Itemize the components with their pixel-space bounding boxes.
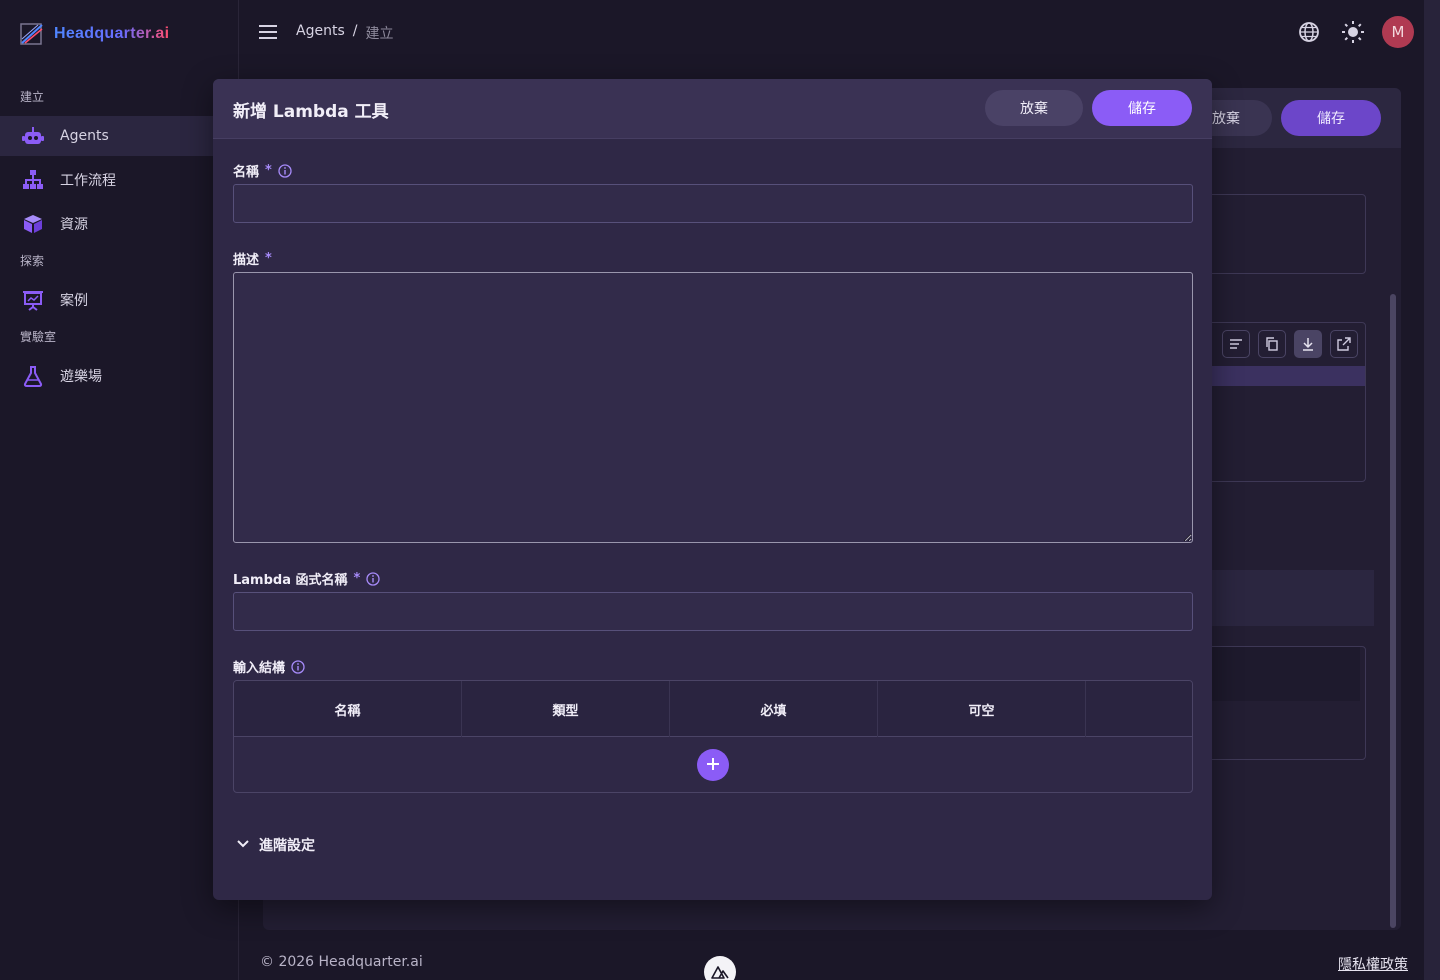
lambda-name-field-label: Lambda 函式名稱 *	[233, 569, 380, 588]
plus-icon	[706, 757, 720, 774]
breadcrumb-agents[interactable]: Agents	[296, 23, 345, 43]
lambda-tool-dialog: 新增 Lambda 工具 放棄 儲存 名稱 * 描述 * Lambda 函式名稱…	[213, 79, 1212, 900]
required-marker: *	[265, 163, 272, 178]
info-icon[interactable]	[366, 571, 380, 586]
column-header-name: 名稱	[234, 681, 462, 737]
chevron-down-icon	[235, 835, 251, 855]
sitemap-icon	[22, 169, 44, 191]
breadcrumb-separator: /	[352, 23, 358, 39]
description-textarea[interactable]	[233, 272, 1193, 543]
sun-icon[interactable]	[1338, 17, 1368, 47]
sidebar-item-label: 工作流程	[60, 173, 116, 189]
avatar[interactable]: M	[1382, 16, 1414, 48]
footer-copyright: © 2026 Headquarter.ai	[260, 954, 423, 970]
sidebar-item-workflow[interactable]: 工作流程	[0, 160, 239, 200]
input-schema-field-label: 輸入結構	[233, 657, 305, 676]
advanced-settings-label: 進階設定	[259, 838, 315, 854]
name-field-label: 名稱 *	[233, 161, 292, 180]
sidebar-item-label: 遊樂場	[60, 369, 102, 385]
save-button[interactable]: 儲存	[1092, 90, 1192, 126]
column-header-required: 必填	[670, 681, 878, 737]
sidebar: Headquarter.ai 建立 Agents 工作流程 資源 探索 案例 實…	[0, 0, 239, 980]
globe-icon[interactable]	[1294, 17, 1324, 47]
nuxt-devtools-icon[interactable]	[704, 956, 736, 980]
name-input[interactable]	[233, 184, 1193, 223]
required-marker: *	[265, 251, 272, 266]
column-header-actions	[1086, 681, 1192, 737]
breadcrumb: Agents / 建立	[296, 23, 393, 43]
copy-icon[interactable]	[1258, 330, 1286, 358]
presentation-icon	[22, 289, 44, 311]
cube-icon	[22, 213, 44, 235]
window-edge	[1424, 0, 1440, 980]
sidebar-item-cases[interactable]: 案例	[0, 280, 239, 320]
logo[interactable]: Headquarter.ai	[20, 22, 169, 46]
sidebar-item-agents[interactable]: Agents	[0, 116, 239, 156]
dialog-header: 新增 Lambda 工具 放棄 儲存	[213, 79, 1212, 139]
logo-icon	[20, 22, 44, 46]
dialog-title: 新增 Lambda 工具	[233, 102, 389, 122]
input-schema-label-text: 輸入結構	[233, 661, 286, 676]
background-save-button[interactable]: 儲存	[1281, 100, 1381, 136]
input-schema-table: 名稱 類型 必填 可空	[233, 680, 1193, 793]
scrollbar[interactable]	[1390, 294, 1396, 928]
required-marker: *	[353, 571, 361, 586]
top-bar: Agents / 建立 M	[240, 0, 1440, 64]
sidebar-item-label: 資源	[60, 217, 88, 233]
background-editor-highlight-line	[1212, 366, 1365, 386]
external-link-icon[interactable]	[1330, 330, 1358, 358]
sidebar-item-playground[interactable]: 遊樂場	[0, 356, 239, 396]
section-label-lab: 實驗室	[20, 330, 57, 344]
column-header-nullable: 可空	[878, 681, 1086, 737]
section-label-create: 建立	[20, 90, 45, 104]
flask-icon	[22, 365, 44, 387]
sidebar-item-label: Agents	[60, 128, 109, 144]
table-header: 名稱 類型 必填 可空	[234, 681, 1192, 737]
menu-icon[interactable]	[258, 22, 278, 42]
section-label-explore: 探索	[20, 254, 45, 268]
robot-icon	[22, 125, 44, 147]
lambda-name-label-text: Lambda 函式名稱	[233, 573, 348, 588]
abandon-button[interactable]: 放棄	[985, 90, 1083, 126]
column-header-type: 類型	[462, 681, 670, 737]
background-textarea[interactable]	[1200, 194, 1366, 274]
name-label-text: 名稱	[233, 165, 260, 180]
download-icon[interactable]	[1294, 330, 1322, 358]
lambda-name-input[interactable]	[233, 592, 1193, 631]
add-row-button[interactable]	[697, 749, 729, 781]
background-section-bar	[1212, 570, 1374, 626]
advanced-settings-toggle[interactable]: 進階設定	[235, 835, 315, 855]
breadcrumb-current: 建立	[365, 26, 394, 42]
description-label-text: 描述	[233, 253, 260, 268]
info-icon[interactable]	[278, 163, 292, 178]
info-icon[interactable]	[291, 659, 305, 674]
sidebar-item-label: 案例	[60, 293, 88, 309]
format-icon[interactable]	[1222, 330, 1250, 358]
header-actions: M	[1294, 16, 1414, 48]
sidebar-item-resources[interactable]: 資源	[0, 204, 239, 244]
logo-text: Headquarter.ai	[54, 25, 170, 42]
privacy-policy-link[interactable]: 隱私權政策	[1338, 954, 1408, 974]
background-table-header	[1212, 647, 1360, 701]
description-field-label: 描述 *	[233, 249, 272, 268]
